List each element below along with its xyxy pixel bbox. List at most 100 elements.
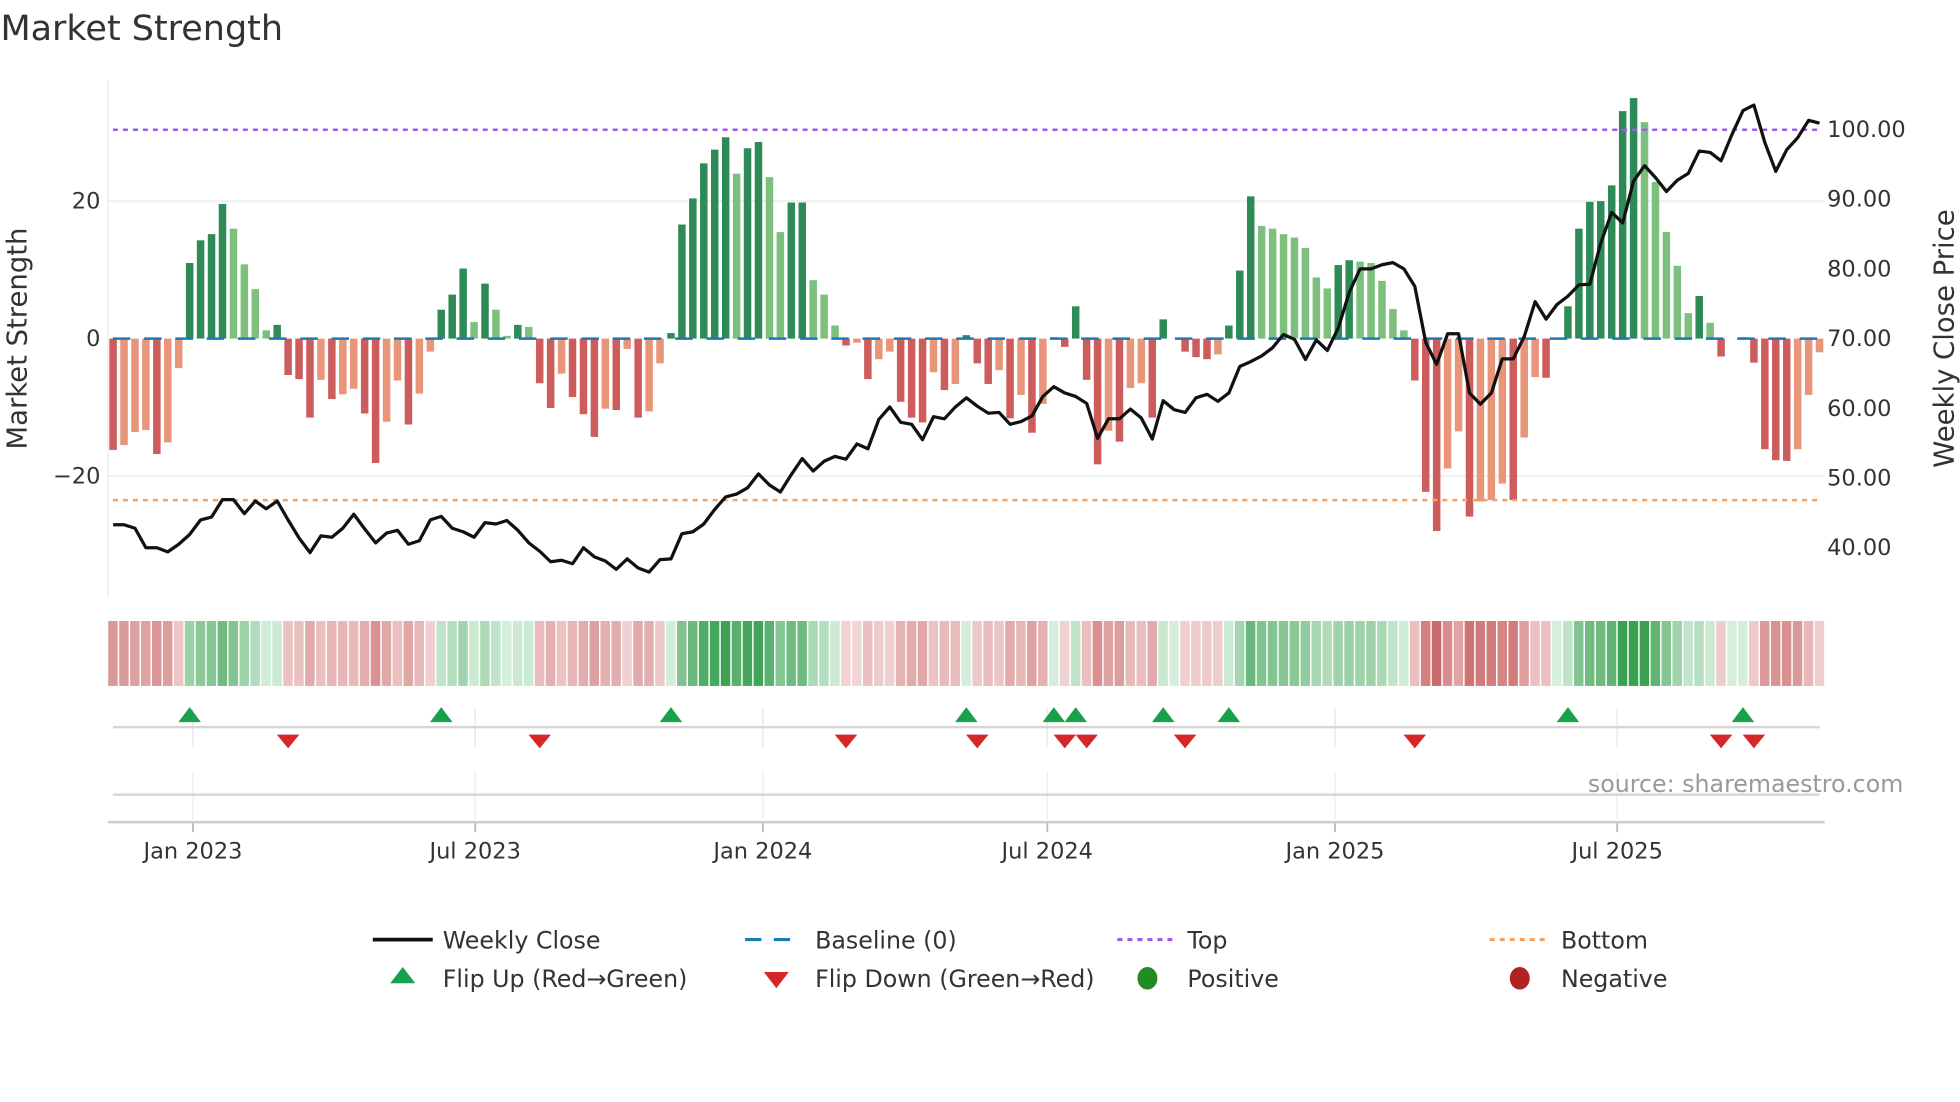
strength-bar (1148, 338, 1157, 418)
legend-item-bottom[interactable]: Bottom (1489, 926, 1648, 954)
heat-cell (1278, 620, 1289, 686)
heat-cell (1683, 620, 1693, 686)
heat-cell (272, 620, 282, 686)
heat-cell (512, 620, 523, 686)
y-tick-0: 0 (86, 326, 100, 352)
heat-cell (1081, 620, 1092, 686)
strength-bar (1301, 247, 1310, 339)
heat-cell (611, 620, 621, 686)
heat-cell (1355, 620, 1365, 686)
flip-down-marker (834, 734, 858, 749)
x-tick-label: Jan 2025 (1283, 838, 1384, 864)
heat-cell (622, 620, 632, 686)
heat-cell (698, 620, 709, 686)
x-tick-label: Jul 2023 (427, 838, 520, 864)
strength-bar (1246, 196, 1255, 339)
heat-cell (436, 620, 446, 686)
legend-item-baseline[interactable]: Baseline (0) (745, 926, 957, 954)
circle-icon (1509, 967, 1530, 990)
strength-heat-strip (108, 620, 1825, 686)
heat-cell (830, 620, 840, 686)
strength-bar (1804, 338, 1813, 395)
strength-bar (174, 338, 183, 369)
heat-cell (1486, 620, 1497, 686)
strength-bar (1006, 338, 1014, 419)
strength-bar (1750, 338, 1758, 363)
strength-bar (1323, 288, 1332, 339)
heat-cell (895, 620, 906, 686)
flip-down-marker (1075, 734, 1098, 749)
legend-item-negative[interactable]: Negative (1509, 965, 1668, 993)
heat-cell (1158, 620, 1168, 686)
heat-cell (884, 620, 895, 686)
strength-bar (1432, 338, 1441, 532)
strength-bar (295, 338, 303, 380)
heat-cell (972, 620, 982, 686)
heat-cell (1147, 620, 1157, 686)
heat-cell (502, 620, 512, 686)
strength-bar (1509, 338, 1518, 501)
legend-item-flip-down[interactable]: Flip Down (Green→Red) (763, 965, 1095, 993)
strength-bar (349, 338, 358, 389)
heat-cell (994, 620, 1004, 686)
heat-cell (1497, 620, 1507, 686)
strength-bar (1115, 338, 1124, 442)
legend: Weekly Close Baseline (0) Top Bottom Fli… (372, 926, 1668, 993)
heat-cell (1781, 620, 1792, 686)
strength-bar (1607, 185, 1616, 339)
strength-bar (1640, 122, 1649, 339)
heat-cell (283, 620, 293, 686)
legend-label: Negative (1561, 965, 1667, 993)
heat-cell (326, 620, 337, 686)
strength-bar (1443, 338, 1452, 469)
heat-cell (862, 620, 873, 686)
strength-bar (568, 338, 577, 398)
heat-cell (764, 620, 775, 686)
y2-tick: 60.00 (1827, 396, 1891, 422)
heat-cell (294, 620, 304, 686)
heat-cell (1552, 620, 1562, 686)
legend-item-weekly-close[interactable]: Weekly Close (372, 926, 601, 954)
strength-bar (196, 240, 205, 339)
heat-cell (775, 620, 785, 686)
strength-bar (1378, 280, 1386, 339)
heat-cell (480, 620, 490, 686)
strength-bar (1564, 306, 1572, 339)
heat-cell (655, 620, 665, 686)
heat-cell (1508, 620, 1518, 686)
strength-bar (612, 338, 621, 411)
strength-bar (1542, 338, 1550, 378)
heat-cell (1202, 620, 1212, 686)
strength-bar (1465, 338, 1474, 517)
legend-label: Weekly Close (443, 926, 601, 954)
heat-cell (1092, 620, 1103, 686)
heat-cell (1519, 620, 1529, 686)
strength-bar (492, 309, 500, 339)
strength-bar (1181, 338, 1189, 352)
strength-bar (1071, 306, 1080, 339)
y-tick-20: 20 (72, 189, 101, 215)
heat-cell (1005, 620, 1015, 686)
strength-bar (142, 338, 150, 430)
heat-cell (578, 620, 589, 686)
source-label: source: sharemaestro.com (1588, 770, 1903, 798)
heat-cell (1311, 620, 1321, 686)
strength-bar (1104, 338, 1113, 431)
strength-bar (371, 338, 380, 463)
heat-cell (983, 620, 993, 686)
strength-bar (875, 338, 883, 360)
strength-bar (940, 338, 949, 391)
strength-bar (798, 202, 806, 339)
legend-item-flip-up[interactable]: Flip Up (Red→Green) (390, 965, 687, 993)
legend-label: Bottom (1561, 926, 1648, 954)
heat-cell (316, 620, 326, 686)
strength-bar (448, 294, 456, 339)
heat-cell (119, 620, 129, 686)
heat-cell (677, 620, 687, 686)
strength-bar (700, 163, 708, 339)
legend-item-top[interactable]: Top (1117, 926, 1227, 954)
strength-bar (1531, 338, 1539, 378)
heat-cell (359, 620, 370, 686)
heat-cell (1672, 620, 1682, 686)
legend-item-positive[interactable]: Positive (1137, 965, 1279, 993)
